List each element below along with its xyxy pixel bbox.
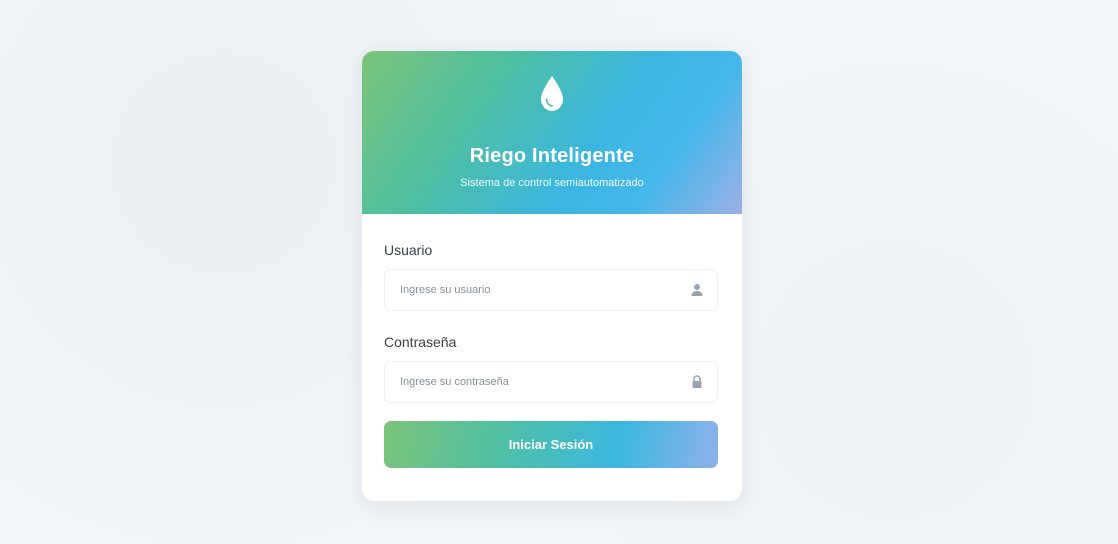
app-title: Riego Inteligente [469, 145, 635, 167]
username-label: Usuario [384, 242, 433, 258]
app-subtitle: Sistema de control semiautomatizado [460, 177, 644, 189]
password-field-wrapper [384, 361, 718, 403]
username-input[interactable] [385, 270, 690, 310]
password-input[interactable] [385, 362, 690, 402]
water-drop-icon [541, 76, 563, 111]
user-icon [691, 284, 703, 296]
login-card: Riego Inteligente Sistema de control sem… [362, 51, 742, 501]
login-button[interactable]: Iniciar Sesión [384, 421, 718, 468]
username-field-wrapper [384, 269, 718, 311]
login-header: Riego Inteligente Sistema de control sem… [362, 51, 742, 214]
lock-icon [692, 375, 702, 388]
password-label: Contraseña [384, 334, 457, 350]
